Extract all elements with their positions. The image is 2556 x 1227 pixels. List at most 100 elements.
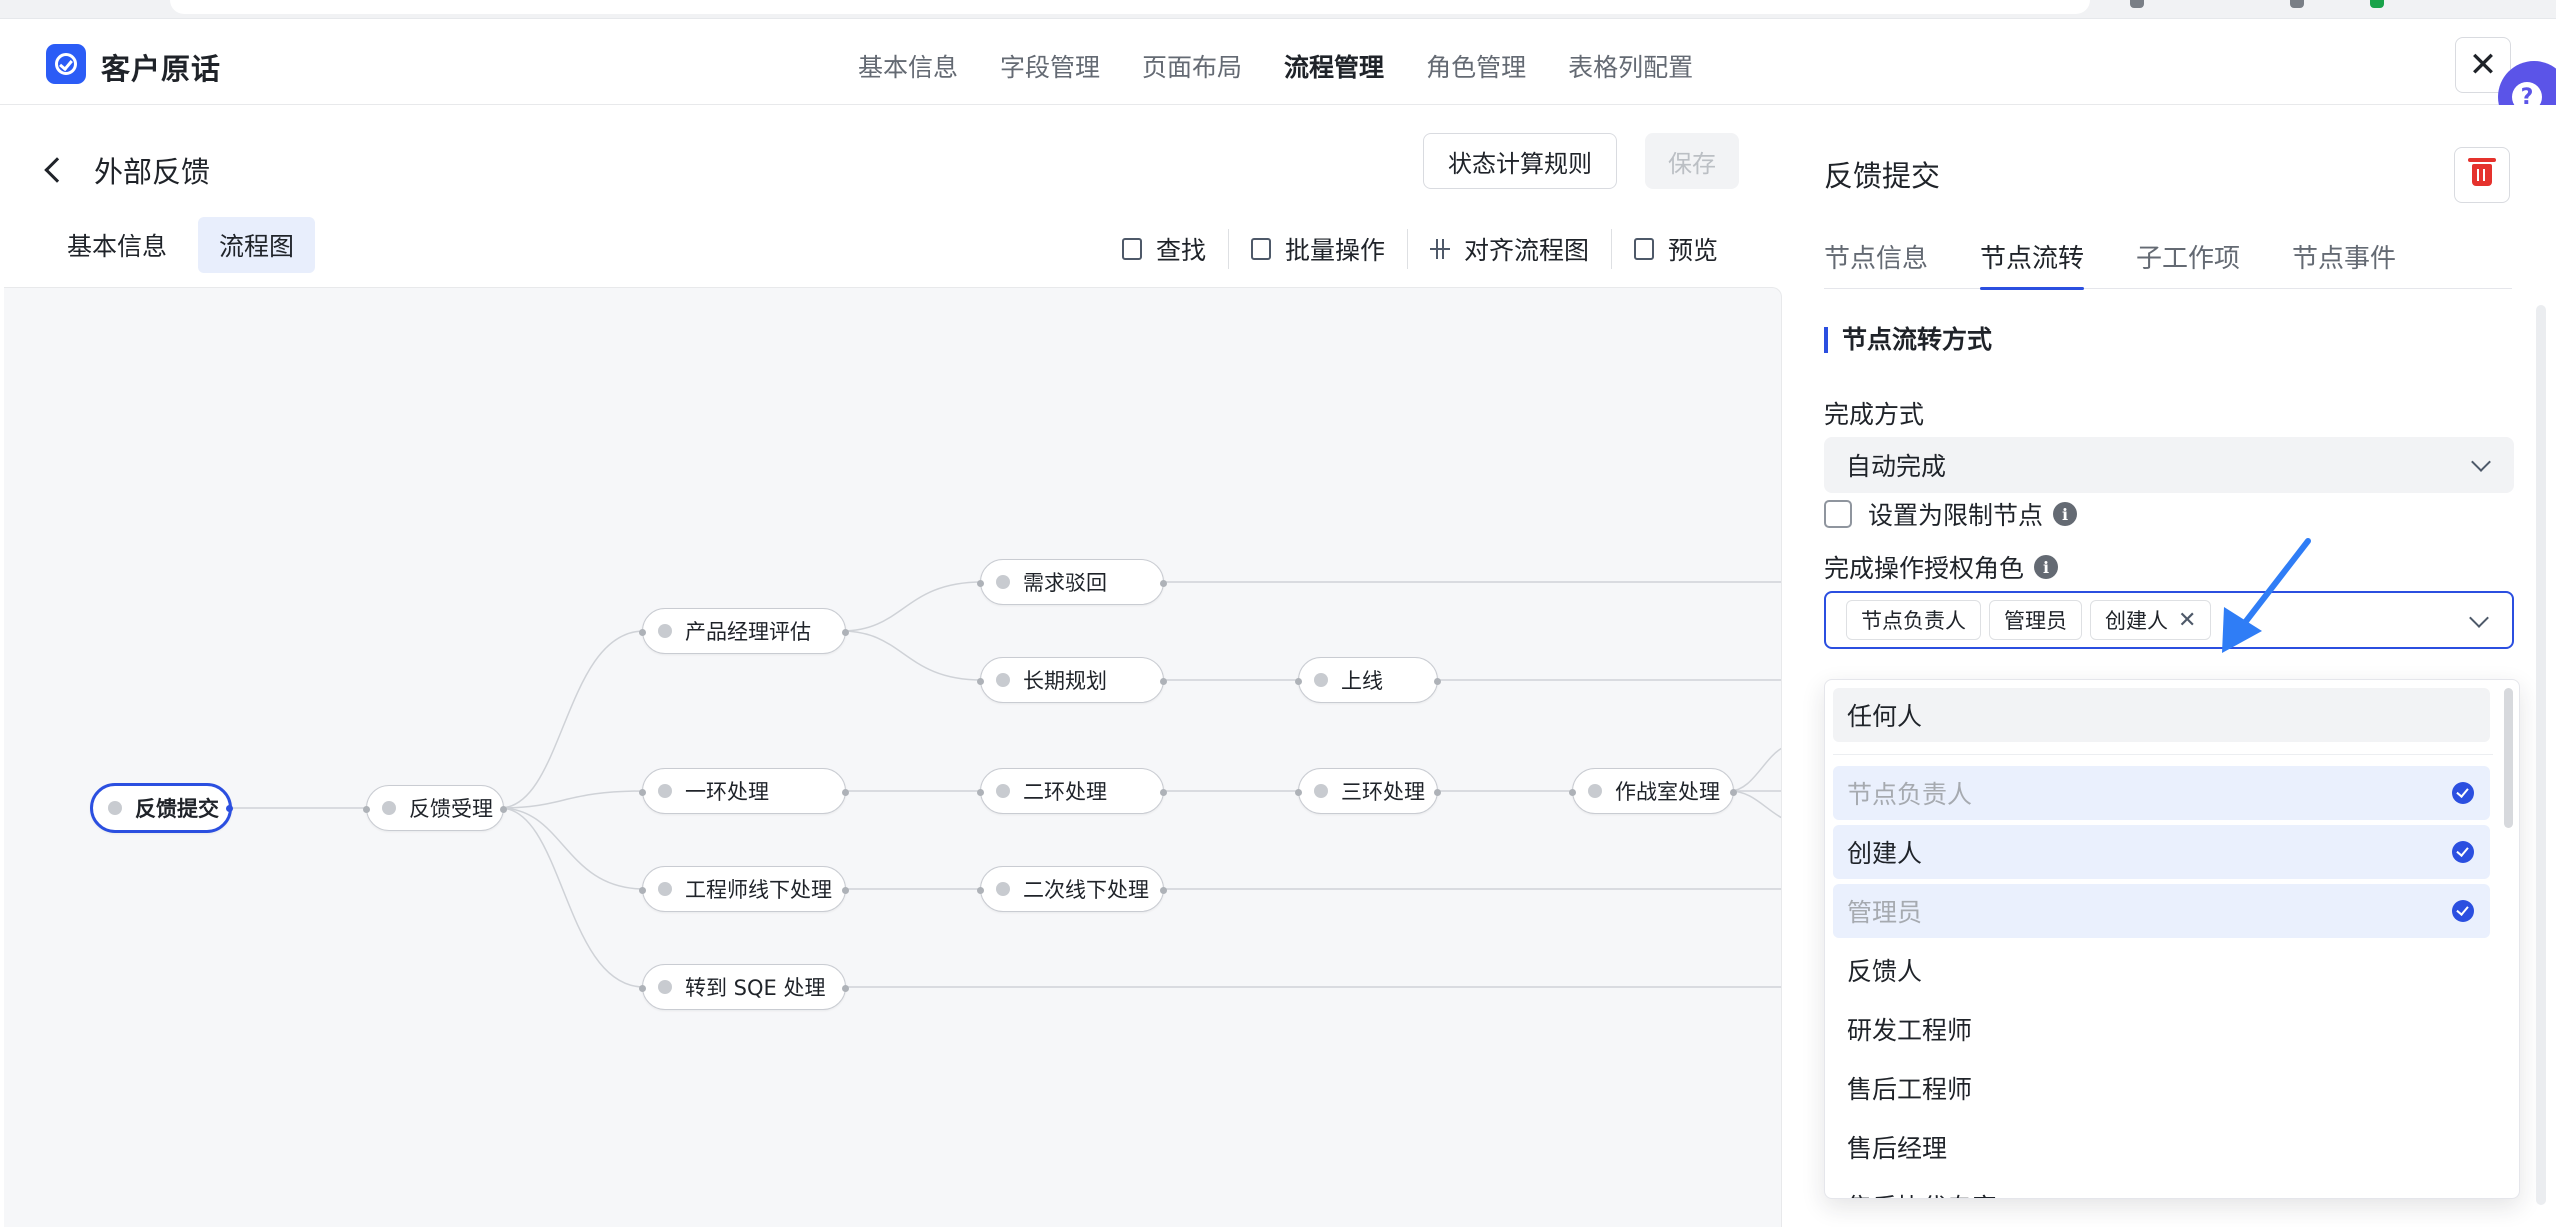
tab-node-info[interactable]: 节点信息 bbox=[1824, 223, 1928, 289]
node-port[interactable] bbox=[500, 806, 507, 813]
flow-node[interactable]: 反馈受理 bbox=[363, 785, 507, 831]
role-tag: 创建人 ✕ bbox=[2090, 600, 2212, 640]
dropdown-option[interactable]: 售后经理 bbox=[1833, 1120, 2490, 1174]
extension-icon[interactable] bbox=[2130, 0, 2144, 8]
node-label: 三环处理 bbox=[1341, 780, 1425, 804]
nav-basic-info[interactable]: 基本信息 bbox=[858, 48, 958, 84]
option-label: 管理员 bbox=[1847, 898, 1923, 927]
flow-node[interactable]: 转到 SQE 处理 bbox=[639, 964, 849, 1010]
node-port[interactable] bbox=[639, 985, 646, 992]
nav-table-columns[interactable]: 表格列配置 bbox=[1568, 48, 1693, 84]
tab-flowchart[interactable]: 流程图 bbox=[198, 217, 316, 273]
dropdown-option[interactable]: 反馈人 bbox=[1833, 943, 2490, 997]
flow-node[interactable]: 上线 bbox=[1295, 657, 1441, 703]
flow-node[interactable]: 三环处理 bbox=[1295, 768, 1441, 814]
node-label: 工程师线下处理 bbox=[685, 878, 832, 902]
app-logo-icon bbox=[46, 44, 86, 84]
node-port[interactable] bbox=[842, 985, 849, 992]
dropdown-option[interactable]: 售后协代专家 bbox=[1833, 1179, 2490, 1198]
node-port[interactable] bbox=[1730, 789, 1737, 796]
node-port[interactable] bbox=[842, 629, 849, 636]
flow-node[interactable]: 需求驳回 bbox=[977, 559, 1167, 605]
node-port[interactable] bbox=[639, 887, 646, 894]
node-status-dot bbox=[108, 801, 122, 815]
dropdown-option[interactable]: 节点负责人 bbox=[1833, 766, 2490, 820]
flow-canvas[interactable]: 反馈提交 反馈受理 产品经理评估 一环处理 工程师线下处理 转到 SQE 处理 … bbox=[4, 287, 1782, 1227]
dropdown-scrollbar[interactable] bbox=[2504, 688, 2513, 828]
tab-basic-info[interactable]: 基本信息 bbox=[46, 217, 188, 273]
flow-node[interactable]: 一环处理 bbox=[639, 768, 849, 814]
node-port[interactable] bbox=[977, 580, 984, 587]
nav-flow-management[interactable]: 流程管理 bbox=[1284, 48, 1384, 84]
tab-sub-items[interactable]: 子工作项 bbox=[2136, 223, 2240, 289]
nav-page-layout[interactable]: 页面布局 bbox=[1142, 48, 1242, 84]
flow-node[interactable]: 长期规划 bbox=[977, 657, 1167, 703]
node-port[interactable] bbox=[1160, 678, 1167, 685]
node-port[interactable] bbox=[1434, 678, 1441, 685]
role-tag: 管理员 bbox=[1989, 600, 2082, 640]
status-rules-button[interactable]: 状态计算规则 bbox=[1423, 133, 1617, 189]
node-port[interactable] bbox=[639, 789, 646, 796]
node-port[interactable] bbox=[1295, 789, 1302, 796]
dropdown-option[interactable]: 售后工程师 bbox=[1833, 1061, 2490, 1115]
address-bar[interactable] bbox=[170, 0, 2090, 14]
node-port[interactable] bbox=[977, 678, 984, 685]
save-button[interactable]: 保存 bbox=[1645, 133, 1739, 189]
flow-node[interactable]: 工程师线下处理 bbox=[639, 866, 849, 912]
dropdown-option-anyone[interactable]: 任何人 bbox=[1833, 688, 2490, 742]
role-tag: 节点负责人 bbox=[1846, 600, 1981, 640]
node-port[interactable] bbox=[842, 789, 849, 796]
node-port[interactable] bbox=[226, 805, 233, 812]
node-port[interactable] bbox=[1569, 789, 1576, 796]
node-label: 需求驳回 bbox=[1023, 571, 1107, 595]
node-port[interactable] bbox=[1160, 887, 1167, 894]
node-status-dot bbox=[382, 801, 396, 815]
find-icon bbox=[1122, 238, 1142, 260]
top-nav: 基本信息 字段管理 页面布局 流程管理 角色管理 表格列配置 bbox=[858, 48, 1735, 84]
flow-node[interactable]: 作战室处理 bbox=[1569, 768, 1737, 814]
find-button[interactable]: 查找 bbox=[1100, 229, 1228, 269]
panel-scrollbar[interactable] bbox=[2536, 305, 2546, 1205]
node-status-dot bbox=[658, 624, 672, 638]
nav-field-management[interactable]: 字段管理 bbox=[1000, 48, 1100, 84]
delete-node-button[interactable] bbox=[2454, 147, 2510, 203]
node-port[interactable] bbox=[639, 629, 646, 636]
extension-icon[interactable] bbox=[2290, 0, 2304, 8]
flow-node[interactable]: 二次线下处理 bbox=[977, 866, 1167, 912]
preview-label: 预览 bbox=[1668, 236, 1719, 265]
app-shell: 客户原话 基本信息 字段管理 页面布局 流程管理 角色管理 表格列配置 ✕ ? … bbox=[0, 18, 2556, 1227]
node-port[interactable] bbox=[977, 789, 984, 796]
flow-node[interactable]: 产品经理评估 bbox=[639, 608, 849, 654]
dropdown-option[interactable]: 创建人 bbox=[1833, 825, 2490, 879]
dropdown-option[interactable]: 研发工程师 bbox=[1833, 1002, 2490, 1056]
node-port[interactable] bbox=[1160, 580, 1167, 587]
remove-tag-icon[interactable]: ✕ bbox=[2178, 608, 2196, 633]
node-port[interactable] bbox=[1160, 789, 1167, 796]
nav-role-management[interactable]: 角色管理 bbox=[1426, 48, 1526, 84]
extension-icon[interactable] bbox=[2370, 0, 2384, 8]
node-port[interactable] bbox=[1434, 789, 1441, 796]
roles-dropdown: 任何人 节点负责人 创建人 管理员 反馈人 研发工程师 售后工程师 售后经理 bbox=[1824, 679, 2520, 1199]
completion-value: 自动完成 bbox=[1846, 452, 1947, 481]
completion-select[interactable]: 自动完成 bbox=[1824, 437, 2514, 493]
node-port[interactable] bbox=[977, 887, 984, 894]
node-status-dot bbox=[1314, 673, 1328, 687]
batch-button[interactable]: 批量操作 bbox=[1228, 229, 1407, 269]
node-port[interactable] bbox=[1295, 678, 1302, 685]
flow-node-selected[interactable]: 反馈提交 bbox=[90, 783, 233, 833]
node-status-dot bbox=[996, 575, 1010, 589]
dropdown-option[interactable]: 管理员 bbox=[1833, 884, 2490, 938]
back-chevron-icon[interactable] bbox=[44, 157, 70, 183]
node-port[interactable] bbox=[363, 806, 370, 813]
roles-multi-select[interactable]: 节点负责人 管理员 创建人 ✕ bbox=[1824, 591, 2514, 649]
tab-node-flow[interactable]: 节点流转 bbox=[1980, 223, 2085, 290]
info-icon[interactable]: i bbox=[2034, 555, 2059, 579]
node-port[interactable] bbox=[842, 887, 849, 894]
restrict-node-checkbox[interactable] bbox=[1824, 500, 1852, 528]
node-label: 转到 SQE 处理 bbox=[685, 976, 826, 1000]
preview-button[interactable]: 预览 bbox=[1611, 229, 1740, 269]
info-icon[interactable]: i bbox=[2053, 502, 2078, 526]
tab-node-events[interactable]: 节点事件 bbox=[2292, 223, 2396, 289]
flow-node[interactable]: 二环处理 bbox=[977, 768, 1167, 814]
align-button[interactable]: 对齐流程图 bbox=[1407, 229, 1611, 269]
